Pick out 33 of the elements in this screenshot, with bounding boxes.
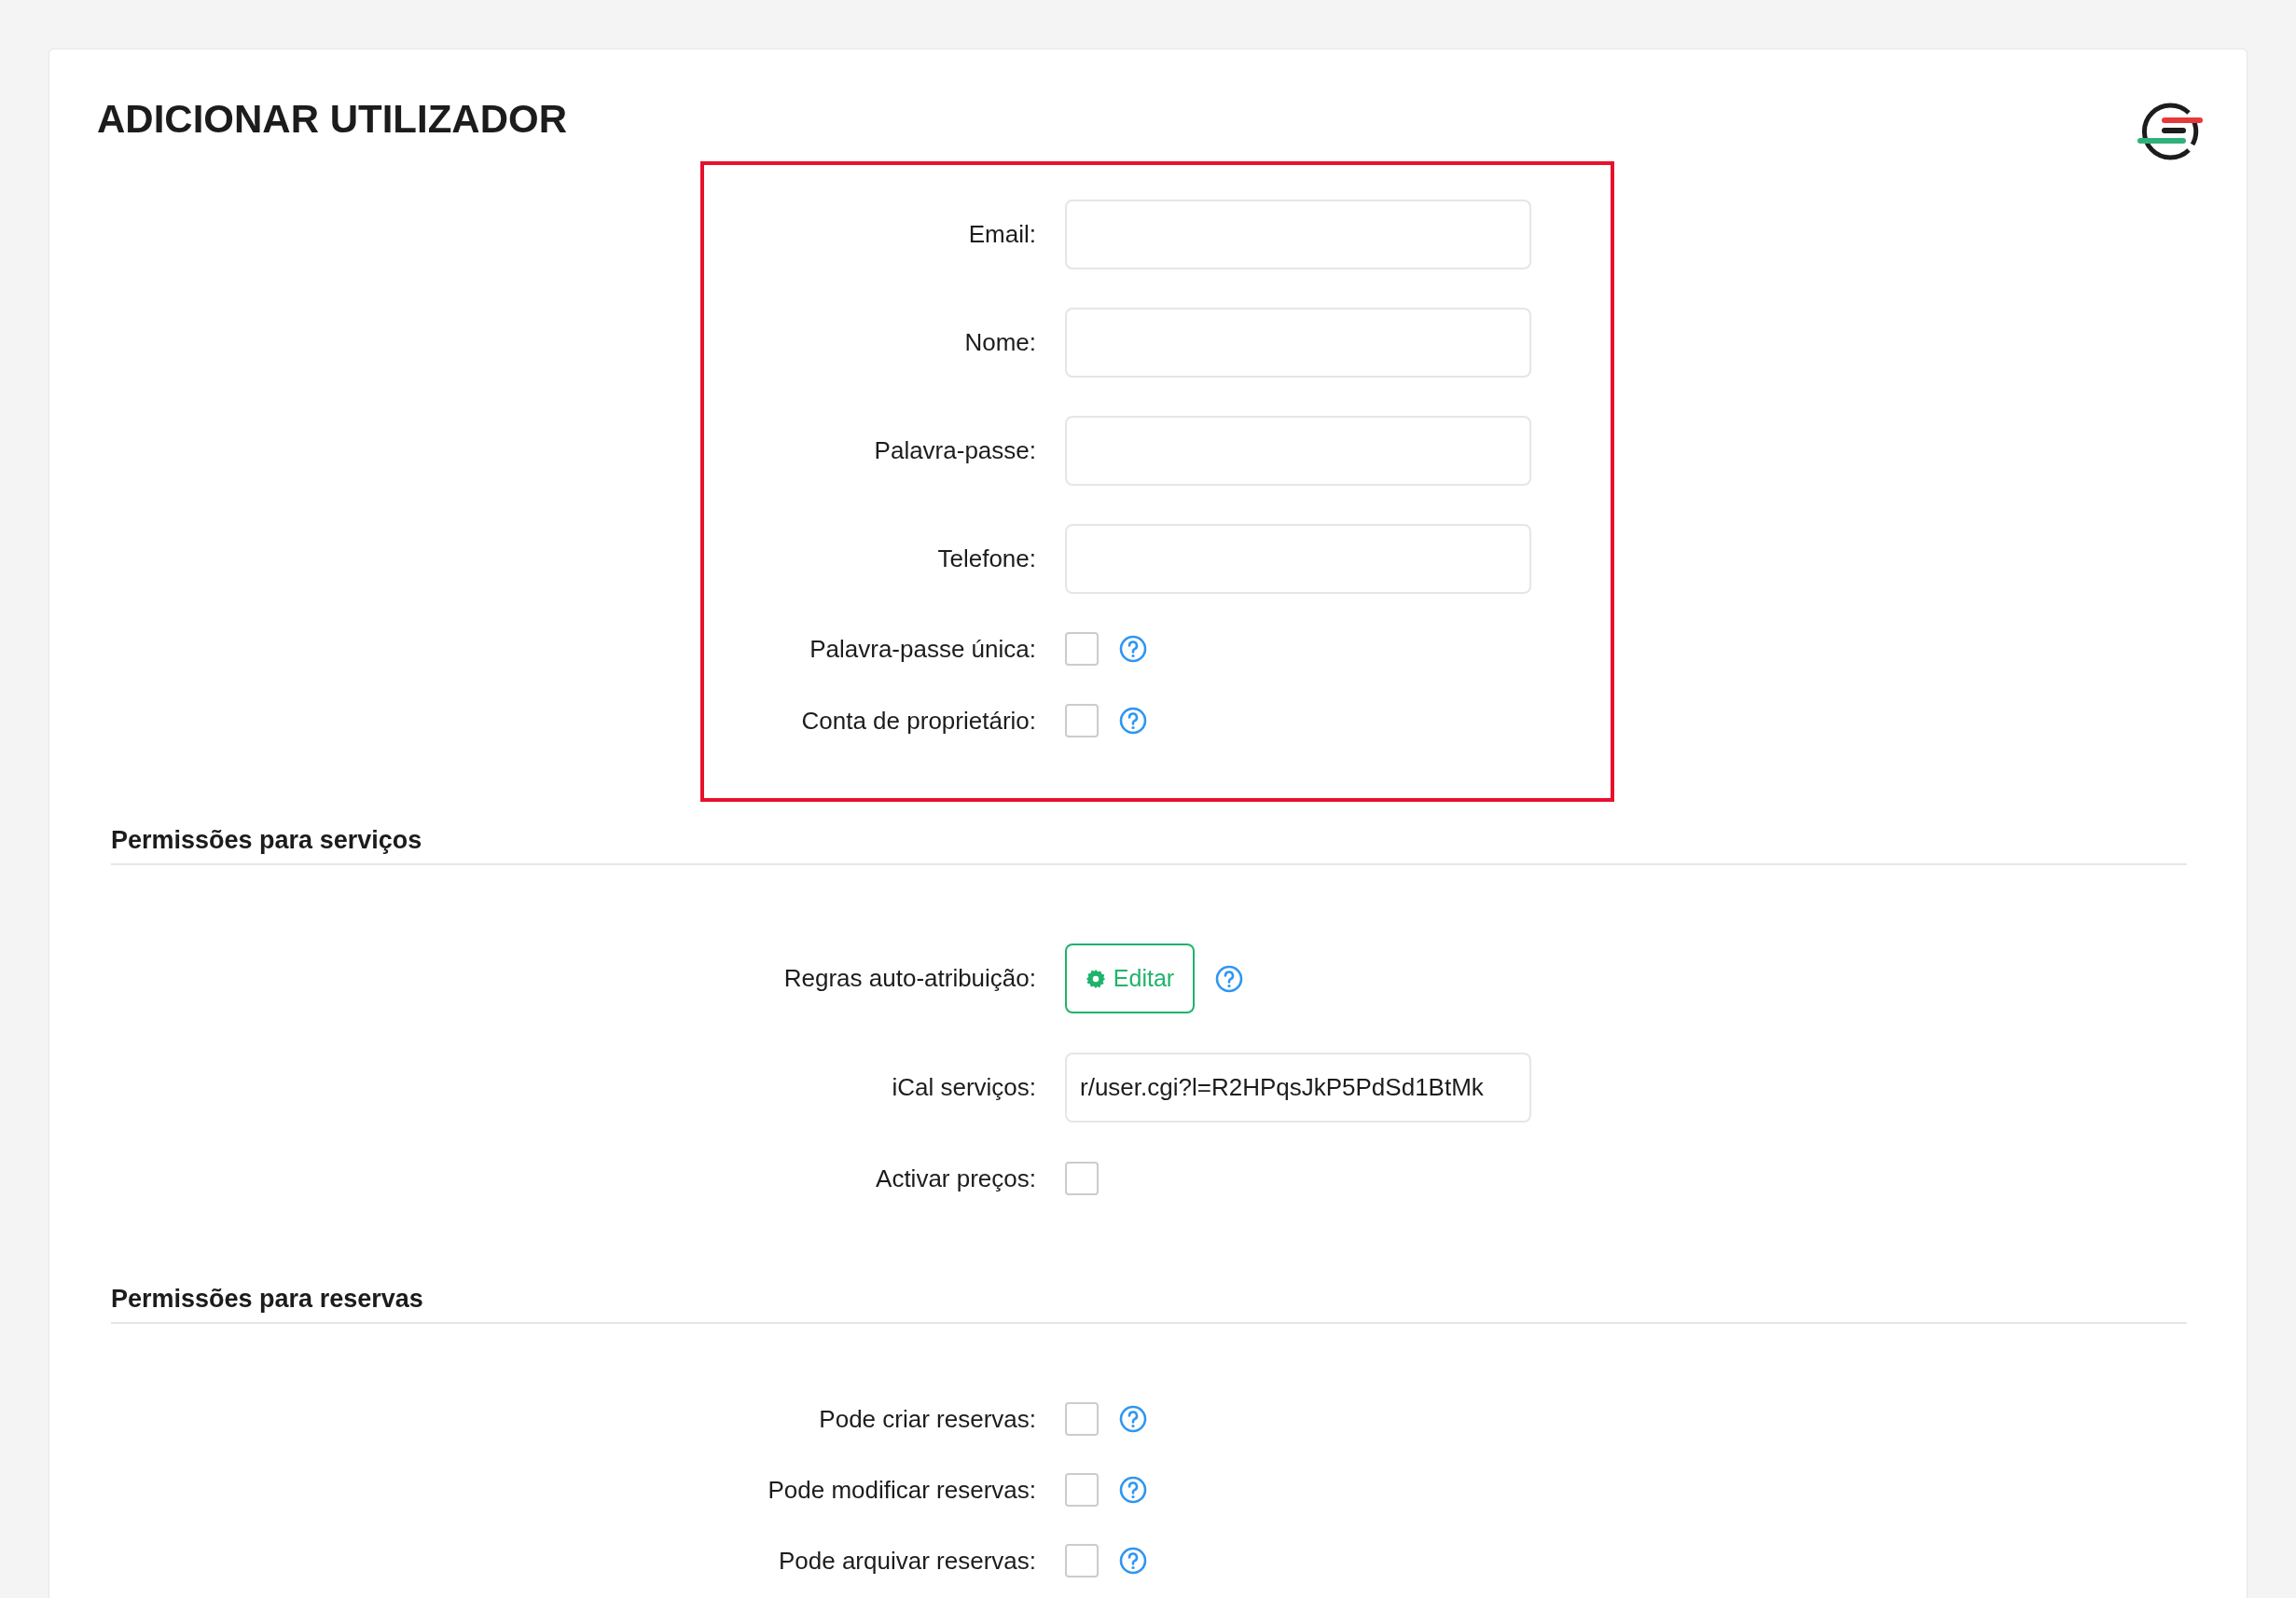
text-field[interactable] [1065,416,1531,486]
field-label: Palavra-passe única: [809,634,1036,664]
help-icon[interactable] [1119,1405,1147,1433]
help-icon[interactable] [1119,1547,1147,1575]
help-icon[interactable] [1119,707,1147,735]
field-label: Email: [967,220,1036,249]
help-icon[interactable] [1215,964,1243,993]
help-icon[interactable] [1119,1476,1147,1504]
field-label: Telefone: [936,544,1036,573]
field-label: Nome: [963,328,1036,357]
page-title: ADICIONAR UTILIZADOR [97,96,567,143]
text-field[interactable] [1065,524,1531,594]
field-label: Regras auto-atribuição: [782,964,1036,993]
field-label: iCal serviços: [891,1073,1036,1102]
gear-icon [1085,968,1106,989]
section-heading: Permissões para reservas [111,1260,2187,1324]
field-label: Palavra-passe: [873,436,1036,465]
checkbox[interactable] [1065,632,1099,666]
checkbox[interactable] [1065,704,1099,737]
checkbox[interactable] [1065,1162,1099,1195]
checkbox[interactable] [1065,1544,1099,1577]
field-label: Conta de proprietário: [800,706,1036,736]
section-heading: Permissões para serviços [111,802,2187,865]
field-label: Pode modificar reservas: [767,1475,1036,1505]
checkbox[interactable] [1065,1402,1099,1436]
text-field[interactable]: r/user.cgi?l=R2HPqsJkP5PdSd1BtMk [1065,1053,1531,1123]
field-label: Pode criar reservas: [818,1404,1036,1434]
field-label: Activar preços: [875,1164,1036,1193]
checkbox[interactable] [1065,1473,1099,1507]
help-icon[interactable] [1119,635,1147,663]
field-label: Pode arquivar reservas: [777,1546,1036,1576]
text-field[interactable] [1065,200,1531,269]
text-field[interactable] [1065,308,1531,378]
